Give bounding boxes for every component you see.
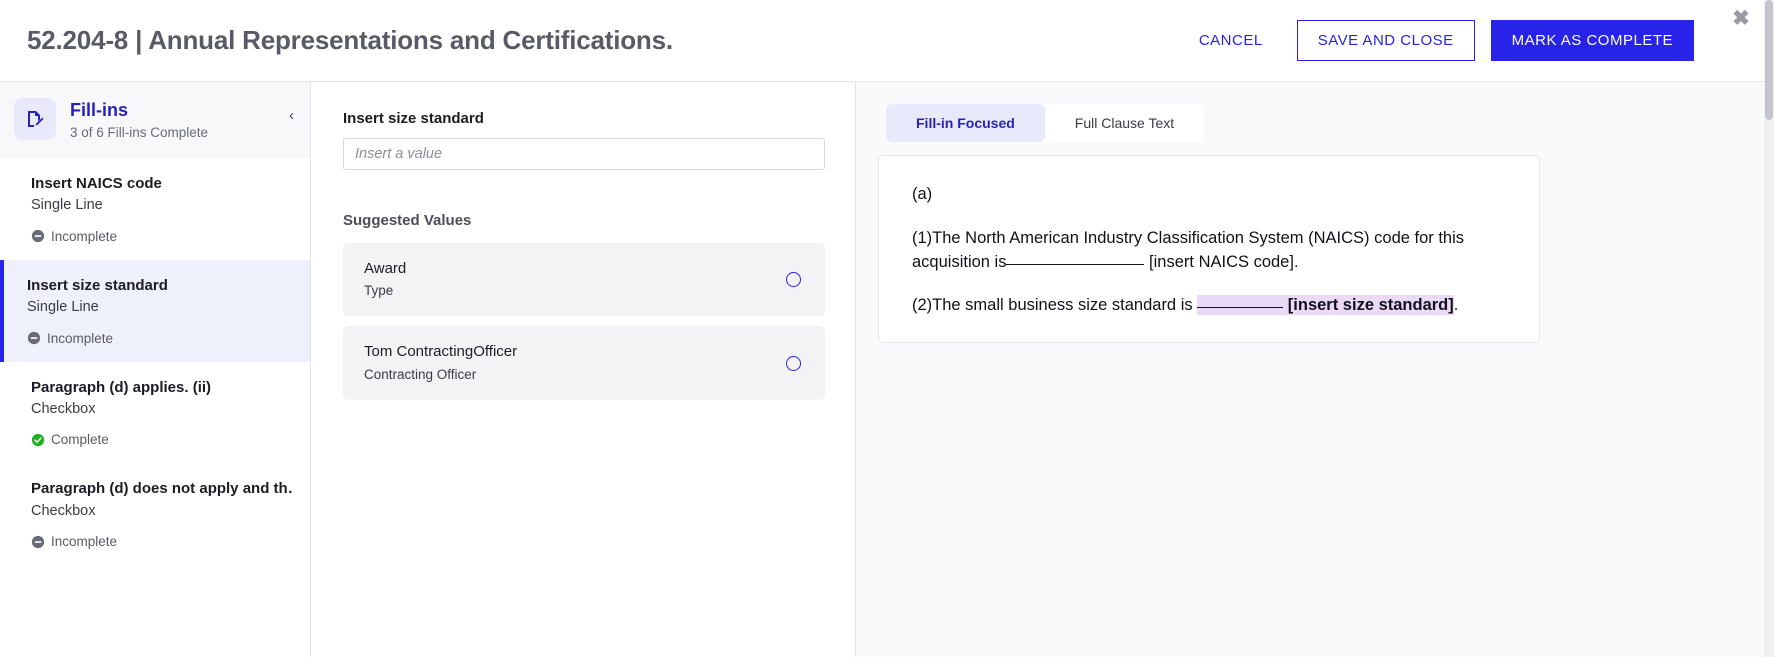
status-badge: Incomplete (31, 229, 294, 244)
minus-circle-icon (31, 230, 45, 243)
size-standard-blank (1197, 307, 1284, 309)
sidebar-item-title: Paragraph (d) applies. (ii) (31, 378, 212, 396)
header-actions: CANCEL SAVE AND CLOSE MARK AS COMPLETE (1181, 20, 1746, 61)
save-and-close-button[interactable]: SAVE AND CLOSE (1296, 20, 1475, 61)
sidebar-header: Fill-ins 3 of 6 Fill-ins Complete ‹ (0, 82, 310, 158)
sidebar-item-type: Checkbox (31, 400, 96, 417)
clause-paragraph-1: (1)The North American Industry Classific… (912, 227, 1509, 275)
suggested-value-name: Award (364, 260, 407, 277)
sidebar-item-type: Checkbox (31, 502, 96, 519)
suggested-values-label: Suggested Values (343, 212, 472, 229)
minus-circle-icon (31, 535, 45, 548)
main-body: Fill-ins 3 of 6 Fill-ins Complete ‹ Inse… (0, 82, 1774, 657)
mark-as-complete-button[interactable]: MARK AS COMPLETE (1490, 20, 1694, 61)
suggested-value-text: Tom ContractingOfficer Contracting Office… (364, 342, 786, 383)
status-label: Incomplete (47, 330, 114, 346)
minus-circle-icon (27, 332, 41, 345)
status-label: Incomplete (51, 228, 118, 244)
clause-para2-before: (2)The small business size standard is (912, 296, 1198, 315)
sidebar-item-title: Insert NAICS code (31, 175, 162, 192)
clause-paragraph-a: (a) (912, 185, 933, 203)
status-badge: Incomplete (31, 534, 294, 549)
field-label: Insert size standard (343, 110, 484, 127)
status-label: Complete (51, 432, 109, 448)
tab-0[interactable]: Fill-in Focused (886, 104, 1045, 142)
clause-view-tabs: Fill-in Focused Full Clause Text (886, 104, 1205, 142)
fill-in-editor-panel: Insert size standard Suggested Values Aw… (311, 82, 856, 657)
page-scrollbar[interactable] (1764, 0, 1774, 657)
naics-blank (1006, 263, 1145, 265)
size-standard-highlight[interactable]: [insert size standard] (1197, 295, 1454, 316)
suggested-value-radio[interactable] (786, 272, 801, 288)
sidebar-progress: 3 of 6 Fill-ins Complete (70, 124, 209, 140)
sidebar-item-0[interactable]: Insert NAICS code Single Line Incomplete (0, 158, 310, 260)
header-bar: 52.204-8 | Annual Representations and Ce… (0, 0, 1774, 82)
sidebar-item-type: Single Line (31, 197, 103, 214)
size-standard-fill-label: [insert size standard] (1287, 296, 1454, 315)
sidebar-item-type: Single Line (27, 299, 99, 316)
clause-para2-after: . (1453, 296, 1459, 315)
suggested-values-list: Award Type Tom ContractingOfficer Contracti… (343, 243, 833, 400)
suggested-value-card[interactable]: Award Type (343, 243, 825, 317)
status-label: Incomplete (51, 534, 118, 550)
suggested-value-text: Award Type (364, 259, 786, 300)
status-badge: Incomplete (27, 331, 294, 346)
close-icon[interactable]: ✖ (1728, 5, 1754, 31)
suggested-value-card[interactable]: Tom ContractingOfficer Contracting Office… (343, 326, 825, 400)
suggested-value-radio[interactable] (786, 355, 801, 371)
status-badge: Complete (31, 432, 294, 447)
sidebar-header-text: Fill-ins 3 of 6 Fill-ins Complete (70, 98, 208, 140)
fill-in-editor-window: 52.204-8 | Annual Representations and Ce… (0, 0, 1774, 657)
cancel-button[interactable]: CANCEL (1181, 22, 1281, 59)
clause-preview-panel: Fill-in Focused Full Clause Text (a) (1)T… (856, 82, 1774, 657)
fill-in-value-input[interactable] (343, 138, 825, 170)
suggested-value-subtitle: Type (364, 283, 394, 299)
page-scrollbar-thumb[interactable] (1765, 0, 1773, 120)
fill-ins-icon (14, 98, 56, 140)
sidebar-item-3[interactable]: Paragraph (d) does not apply and th… Chec… (0, 463, 310, 566)
page-title: 52.204-8 | Annual Representations and Ce… (27, 25, 673, 55)
sidebar-item-2[interactable]: Paragraph (d) applies. (ii) Checkbox Compl… (0, 361, 310, 464)
sidebar-item-1[interactable]: Insert size standard Single Line Incomplet… (0, 259, 310, 362)
sidebar-item-title: Insert size standard (27, 276, 168, 294)
sidebar-heading: Fill-ins (70, 100, 128, 120)
clause-text-card: (a) (1)The North American Industry Class… (878, 155, 1540, 343)
clause-paragraph-2: (2)The small business size standard is [… (912, 294, 1509, 318)
fill-in-list: Insert NAICS code Single Line Incomplete In… (0, 158, 310, 657)
suggested-value-subtitle: Contracting Officer (364, 366, 477, 382)
check-circle-icon (31, 433, 45, 447)
clause-para1-after: [insert NAICS code]. (1144, 252, 1299, 271)
fill-ins-sidebar: Fill-ins 3 of 6 Fill-ins Complete ‹ Inse… (0, 82, 311, 657)
sidebar-item-title: Paragraph (d) does not apply and th… (31, 480, 294, 498)
tab-1[interactable]: Full Clause Text (1045, 104, 1204, 142)
suggested-value-name: Tom ContractingOfficer (364, 343, 518, 361)
chevron-left-icon[interactable]: ‹ (289, 108, 294, 123)
